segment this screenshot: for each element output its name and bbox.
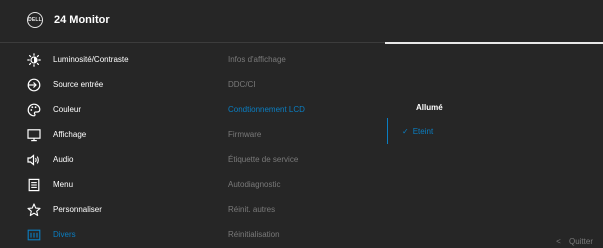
exit-button[interactable]: < Quitter [556,237,593,246]
check-icon: ✓ [402,126,409,136]
menu-item-divers[interactable]: Divers [0,222,210,247]
dell-logo: DELL [27,12,43,28]
speaker-icon [26,152,42,168]
monitor-title: 24 Monitor [54,14,110,26]
header-divider [0,42,385,43]
submenu-item-factory-reset[interactable]: Réinitialisation [228,222,280,247]
menu-item-couleur[interactable]: Couleur [0,97,210,122]
option-on[interactable]: Allumé [416,97,443,117]
submenu-item-self-diagnostic[interactable]: Autodiagnostic [228,172,280,197]
submenu-item-reset-other[interactable]: Réinit. autres [228,197,275,222]
submenu: Infos d'affichage DDC/CI Condtionnement … [228,44,378,248]
menu-label: Menu [53,180,74,189]
osd-window: DELL 24 Monitor Luminosité/Contraste Sou… [0,0,603,248]
submenu-item-ddcci[interactable]: DDC/CI [228,72,256,97]
menu-item-audio[interactable]: Audio [0,147,210,172]
brightness-icon [26,52,42,68]
menu-item-menu[interactable]: Menu [0,172,210,197]
chevron-left-icon: < [556,237,561,246]
menu-label: Luminosité/Contraste [53,55,129,64]
menu-label: Affichage [53,130,87,139]
menu-icon [26,177,42,193]
option-off[interactable]: ✓ Eteint [402,121,433,141]
menu-label: Audio [53,155,74,164]
exit-label: Quitter [568,237,593,246]
input-source-icon [26,77,42,93]
menu-item-luminosite[interactable]: Luminosité/Contraste [0,47,210,72]
submenu-item-service-tag[interactable]: Étiquette de service [228,147,298,172]
header-active-indicator [385,42,603,44]
menu-label: Divers [53,230,76,239]
info-icon [26,227,42,243]
submenu-item-firmware[interactable]: Firmware [228,122,261,147]
menu-label: Personnaliser [53,205,102,214]
menu-label: Couleur [53,105,82,114]
star-icon [26,202,42,218]
main-menu: Luminosité/Contraste Source entrée Coule… [0,44,210,248]
header: DELL 24 Monitor [0,0,603,40]
option-label: Eteint [412,126,434,136]
color-palette-icon [26,102,42,118]
display-icon [26,127,42,143]
option-selection-bar [387,118,388,144]
menu-item-affichage[interactable]: Affichage [0,122,210,147]
option-label: Allumé [416,102,443,112]
menu-label: Source entrée [53,80,104,89]
submenu-item-infos[interactable]: Infos d'affichage [228,47,286,72]
menu-item-source[interactable]: Source entrée [0,72,210,97]
menu-item-personnaliser[interactable]: Personnaliser [0,197,210,222]
submenu-item-lcd-conditioning[interactable]: Condtionnement LCD [228,97,305,122]
